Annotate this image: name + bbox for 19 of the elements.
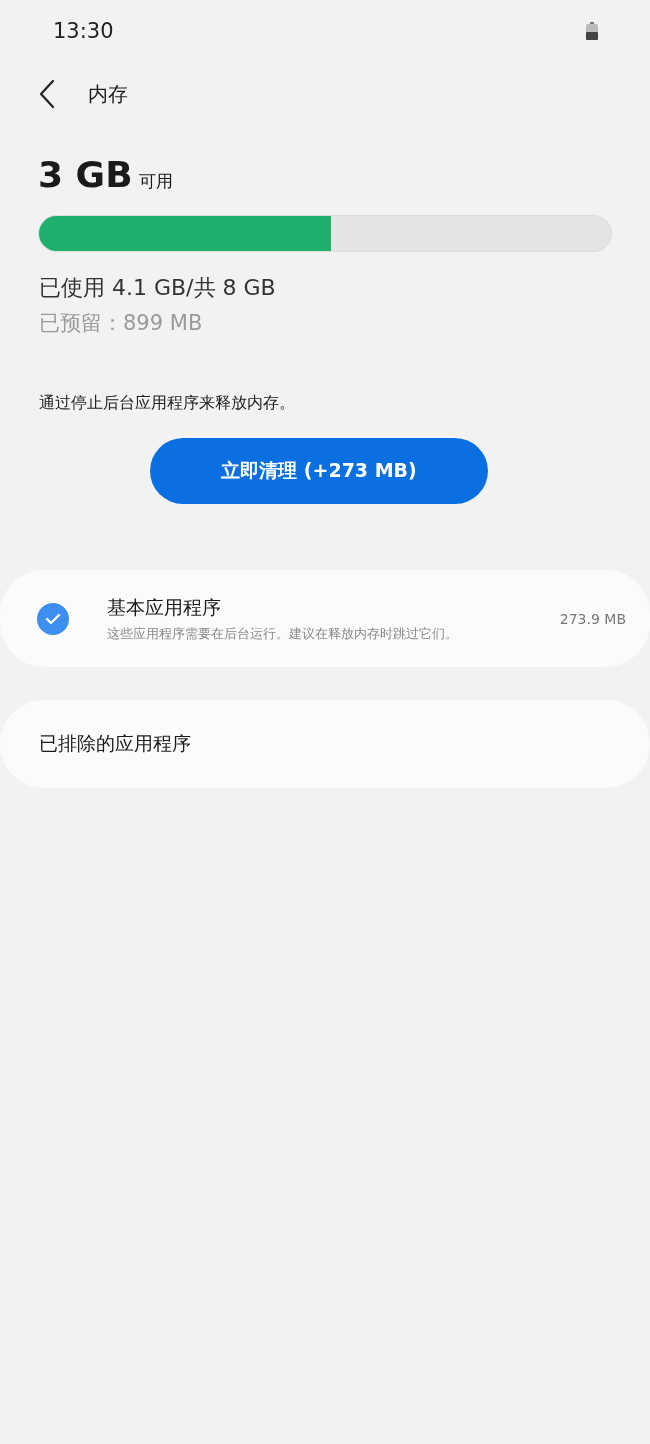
back-button[interactable] — [39, 79, 55, 109]
battery-icon — [586, 22, 598, 40]
back-icon — [39, 79, 55, 109]
excluded-apps-item[interactable]: 已排除的应用程序 — [0, 700, 650, 788]
checkbox[interactable] — [37, 602, 69, 635]
group-title: 基本应用程序 — [107, 594, 222, 620]
used-text: 已使用 4.1 GB/共 8 GB — [39, 274, 277, 302]
reserved-text: 已预留：899 MB — [39, 310, 204, 337]
group-title: 已排除的应用程序 — [39, 731, 191, 756]
group-size: 273.9 MB — [559, 610, 626, 627]
status-time: 13:30 — [53, 19, 114, 43]
page-title: 内存 — [88, 80, 128, 108]
group-description: 这些应用程序需要在后台运行。建议在释放内存时跳过它们。 — [107, 625, 459, 643]
check-icon — [45, 612, 61, 625]
cleanup-description: 通过停止后台应用程序来释放内存。 — [39, 393, 296, 414]
available-amount: 3 GB — [38, 154, 133, 195]
clean-now-button[interactable]: 立即清理 (+273 MB) — [150, 438, 488, 504]
available-label: 可用 — [138, 170, 173, 193]
app-group-card[interactable]: 基本应用程序 这些应用程序需要在后台运行。建议在释放内存时跳过它们。 273.9 MB — [0, 570, 650, 667]
